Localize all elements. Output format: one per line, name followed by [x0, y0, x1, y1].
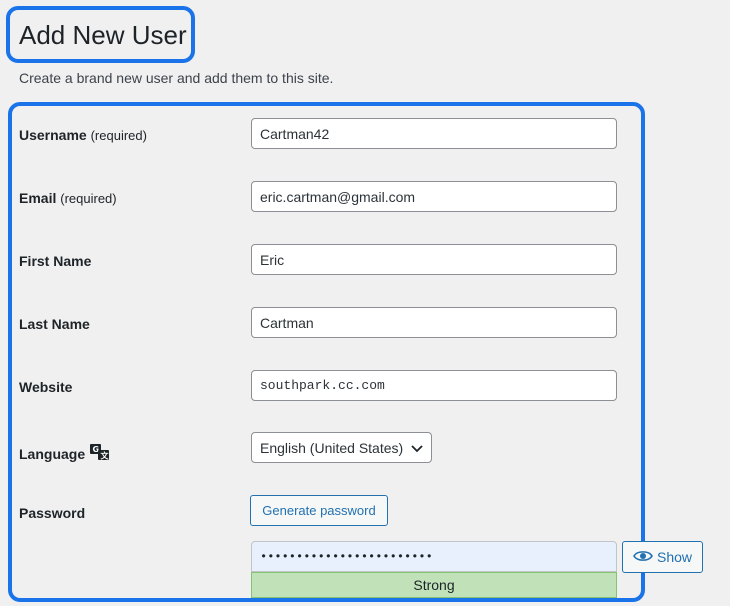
username-required-text: (required) [90, 128, 147, 143]
first-name-label: First Name [19, 253, 92, 269]
generate-password-button[interactable]: Generate password [250, 495, 388, 526]
svg-text:文: 文 [101, 451, 110, 461]
language-label: Language G 文 [19, 442, 111, 465]
email-input[interactable]: eric.cartman@gmail.com [251, 181, 617, 212]
eye-icon [633, 549, 653, 566]
password-strength-indicator: Strong [251, 572, 617, 598]
email-label: Email (required) [19, 190, 117, 206]
username-value: Cartman42 [260, 125, 330, 142]
email-required-text: (required) [60, 191, 117, 206]
first-name-input[interactable]: Eric [251, 244, 617, 275]
username-label: Username (required) [19, 127, 147, 143]
show-password-label: Show [656, 549, 693, 565]
translation-icon: G 文 [89, 442, 111, 465]
last-name-input[interactable]: Cartman [251, 307, 617, 338]
last-name-value: Cartman [260, 314, 314, 331]
last-name-label: Last Name [19, 316, 90, 332]
website-value: southpark.cc.com [260, 378, 385, 393]
language-select[interactable]: English (United States) [251, 432, 432, 463]
language-value: English (United States) [260, 439, 404, 456]
chevron-down-icon [411, 440, 423, 456]
page-description: Create a brand new user and add them to … [19, 70, 334, 86]
password-input[interactable]: •••••••••••••••••••••••• [251, 541, 617, 572]
email-value: eric.cartman@gmail.com [260, 188, 416, 205]
website-input[interactable]: southpark.cc.com [251, 370, 617, 401]
show-password-button[interactable]: Show [622, 541, 703, 573]
first-name-value: Eric [260, 251, 285, 268]
password-strength-text: Strong [413, 577, 455, 593]
page-title: Add New User [19, 20, 187, 50]
form-highlight-box [8, 102, 645, 602]
password-label: Password [19, 505, 86, 521]
language-label-text: Language [19, 445, 86, 462]
username-input[interactable]: Cartman42 [251, 118, 617, 149]
website-label: Website [19, 379, 73, 395]
username-label-text: Username [19, 127, 87, 143]
email-label-text: Email [19, 190, 57, 206]
password-masked-value: •••••••••••••••••••••••• [260, 549, 433, 564]
